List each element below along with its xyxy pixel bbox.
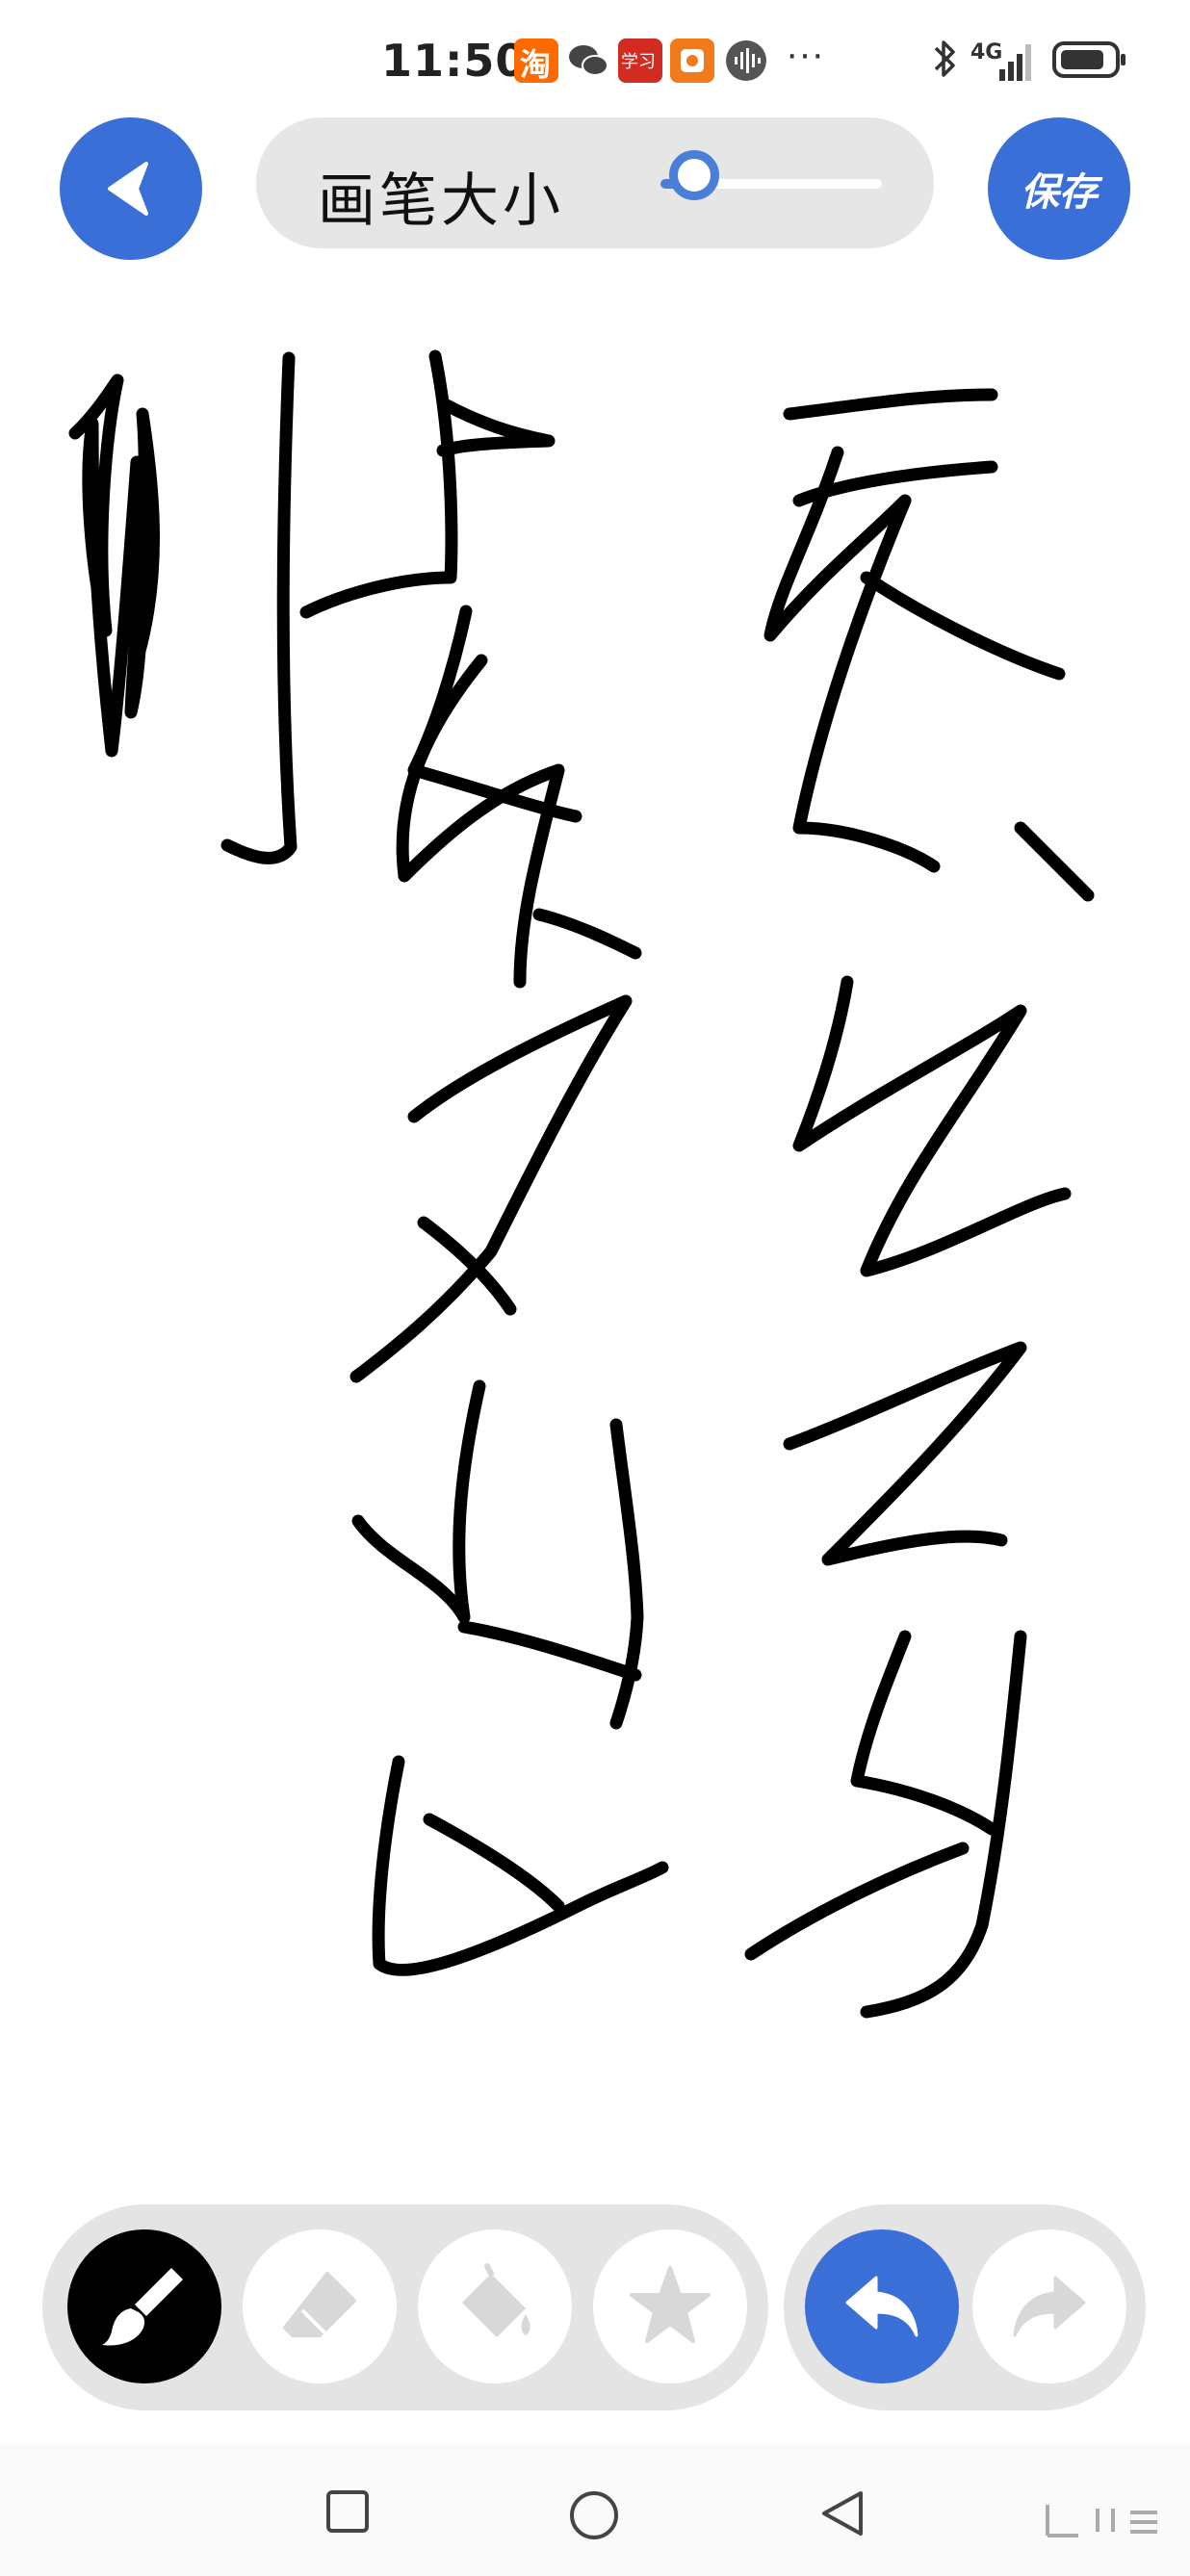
xuexi-label: 学习 [621,52,656,72]
system-nav-bar [0,2445,1190,2576]
brush-tool-button[interactable] [67,2229,221,2383]
recent-apps-icon[interactable] [325,2489,370,2534]
redo-icon [1013,2276,1086,2337]
taobao-label: 淘 [520,46,552,83]
save-button[interactable]: 保存 [988,117,1130,260]
app-icon [670,39,714,83]
signal-icon [999,44,1031,81]
fill-tool-button[interactable] [418,2229,572,2383]
brush-size-panel: 画笔大小 [256,117,934,248]
menu-icon[interactable] [1040,2501,1165,2539]
handwriting-strokes [68,349,1095,2019]
wechat-icon [569,45,608,76]
voice-icon [726,40,766,81]
sticker-tool-button[interactable] [593,2229,747,2383]
home-icon[interactable] [568,2489,620,2541]
status-bar: 11:50 淘 学习 ··· 4G [0,0,1190,116]
undo-icon [845,2276,918,2337]
brush-size-label: 画笔大小 [318,167,564,235]
battery-icon [1052,41,1125,78]
taobao-icon: 淘 [514,39,558,83]
bluetooth-icon [934,40,955,77]
drawing-tools [42,2204,768,2410]
back-arrow-icon [108,162,148,216]
eraser-icon [283,2272,356,2339]
eraser-tool-button[interactable] [243,2229,397,2383]
back-icon[interactable] [818,2489,867,2537]
slider-thumb[interactable] [668,150,719,200]
back-button[interactable] [60,117,202,260]
drawing-canvas[interactable] [0,279,1190,2166]
paint-bucket-icon [462,2263,530,2337]
more-icon: ··· [786,33,824,75]
xuexi-icon: 学习 [618,39,662,83]
redo-button[interactable] [972,2229,1126,2383]
undo-button[interactable] [805,2229,959,2383]
star-icon [630,2266,711,2343]
status-time: 11:50 [381,35,528,87]
brush-icon [102,2268,183,2346]
history-tools [784,2204,1146,2410]
